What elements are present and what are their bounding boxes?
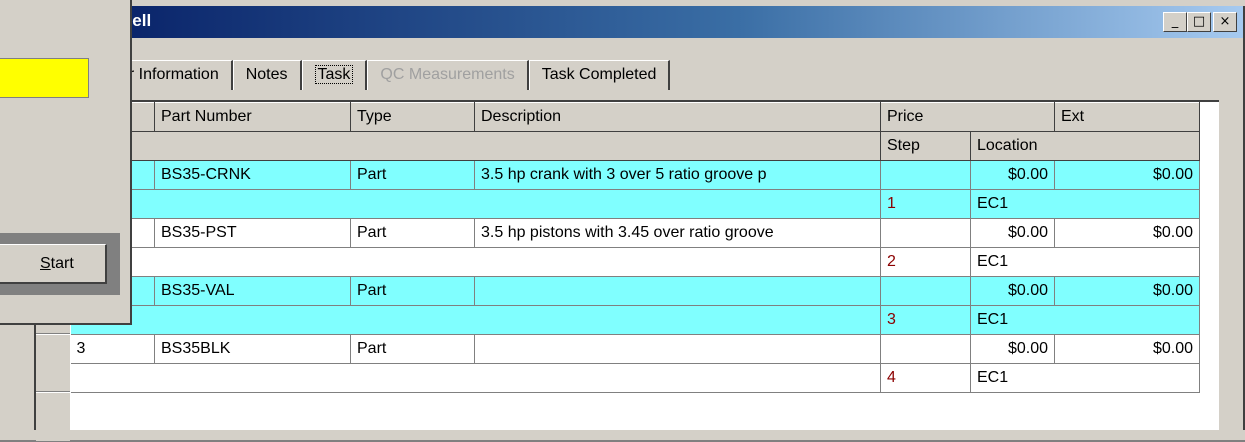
tab-qc-measurements: QC Measurements [367, 60, 529, 90]
part-number-cell[interactable]: BS35-PST [154, 218, 351, 248]
task-grid[interactable]: Part Number Type Description Price Ext S… [34, 100, 1219, 442]
step-cell[interactable]: 3 [880, 305, 971, 335]
start-mnemonic: S [40, 255, 51, 272]
price-spacer-cell[interactable] [880, 218, 971, 248]
step-cell[interactable]: 1 [880, 189, 971, 219]
location-cell[interactable]: EC1 [970, 247, 1200, 277]
ext-cell[interactable]: $0.00 [1054, 160, 1200, 190]
part-number-cell[interactable]: BS35BLK [154, 334, 351, 364]
type-cell[interactable]: Part [350, 160, 475, 190]
ext-cell[interactable]: $0.00 [1054, 218, 1200, 248]
table-row[interactable]: BS35-PST Part 3.5 hp pistons with 3.45 o… [70, 218, 1200, 248]
status-bar [0, 430, 1245, 440]
column-header-location[interactable]: Location [970, 131, 1200, 161]
tab-label: er Information [120, 66, 219, 83]
step-cell[interactable]: 2 [880, 247, 971, 277]
tab-label: Task [314, 65, 354, 84]
table-subrow[interactable]: 2 EC1 [70, 247, 1200, 277]
column-header-blank [70, 131, 881, 161]
price-cell[interactable]: $0.00 [970, 276, 1055, 306]
part-number-cell[interactable]: BS35-CRNK [154, 160, 351, 190]
close-button[interactable]: × [1213, 12, 1237, 32]
column-header-step[interactable]: Step [880, 131, 971, 161]
tab-label: QC Measurements [380, 66, 515, 83]
header-row-2: Step Location [70, 131, 1200, 161]
subrow-blank [70, 363, 881, 393]
tab-strip: er Information Notes Task QC Measurement… [120, 60, 671, 90]
description-cell[interactable]: 3.5 hp crank with 3 over 5 ratio groove … [474, 160, 881, 190]
start-button[interactable]: Start [0, 244, 107, 284]
start-label: tart [50, 255, 74, 272]
maximize-button[interactable]: □ [1187, 12, 1211, 32]
description-cell[interactable] [474, 276, 881, 306]
column-header-price[interactable]: Price [880, 102, 1055, 132]
header-row-1: Part Number Type Description Price Ext [70, 102, 1200, 132]
description-cell[interactable]: 3.5 hp pistons with 3.45 over ratio groo… [474, 218, 881, 248]
ext-cell[interactable]: $0.00 [1054, 334, 1200, 364]
step-cell[interactable]: 4 [880, 363, 971, 393]
column-header-description[interactable]: Description [474, 102, 881, 132]
table-row[interactable]: 3 BS35-VAL Part $0.00 $0.00 [70, 276, 1200, 306]
subrow-blank [70, 247, 881, 277]
price-cell[interactable]: $0.00 [970, 160, 1055, 190]
start-dialog: Start [0, 0, 132, 325]
type-cell[interactable]: Part [350, 218, 475, 248]
highlighted-field[interactable] [0, 58, 89, 98]
column-header-part-number[interactable]: Part Number [154, 102, 351, 132]
cell-window: Cell _ □ × er Information Notes Task QC … [34, 6, 1245, 442]
price-cell[interactable]: $0.00 [970, 218, 1055, 248]
type-cell[interactable]: Part [350, 276, 475, 306]
tab-task-completed[interactable]: Task Completed [528, 60, 671, 90]
location-cell[interactable]: EC1 [970, 305, 1200, 335]
ext-cell[interactable]: $0.00 [1054, 276, 1200, 306]
price-spacer-cell[interactable] [880, 276, 971, 306]
type-cell[interactable]: Part [350, 334, 475, 364]
tab-notes[interactable]: Notes [232, 60, 302, 90]
subrow-blank [70, 189, 881, 219]
row-header[interactable] [36, 334, 70, 392]
location-cell[interactable]: EC1 [970, 363, 1200, 393]
price-spacer-cell[interactable] [880, 334, 971, 364]
price-spacer-cell[interactable] [880, 160, 971, 190]
tab-order-information[interactable]: er Information [120, 60, 233, 90]
column-header-type[interactable]: Type [350, 102, 475, 132]
tab-task[interactable]: Task [301, 60, 368, 90]
title-bar[interactable]: Cell _ □ × [120, 6, 1243, 38]
price-cell[interactable]: $0.00 [970, 334, 1055, 364]
table-subrow[interactable]: 1 EC1 [70, 189, 1200, 219]
description-cell[interactable] [474, 334, 881, 364]
table-subrow[interactable]: 3 EC1 [70, 305, 1200, 335]
part-number-cell[interactable]: BS35-VAL [154, 276, 351, 306]
column-header-ext[interactable]: Ext [1054, 102, 1200, 132]
task-table: Part Number Type Description Price Ext S… [70, 102, 1200, 393]
start-button-frame: Start [0, 233, 120, 295]
table-row[interactable]: BS35-CRNK Part 3.5 hp crank with 3 over … [70, 160, 1200, 190]
tab-label: Task Completed [541, 66, 657, 83]
location-cell[interactable]: EC1 [970, 189, 1200, 219]
background-window-left-strip [0, 325, 34, 440]
subrow-blank [70, 305, 881, 335]
table-row[interactable]: 3 BS35BLK Part $0.00 $0.00 [70, 334, 1200, 364]
minimize-button[interactable]: _ [1163, 12, 1187, 32]
tab-label: Notes [245, 66, 288, 83]
table-subrow[interactable]: 4 EC1 [70, 363, 1200, 393]
qty-cell[interactable]: 3 [70, 334, 155, 364]
